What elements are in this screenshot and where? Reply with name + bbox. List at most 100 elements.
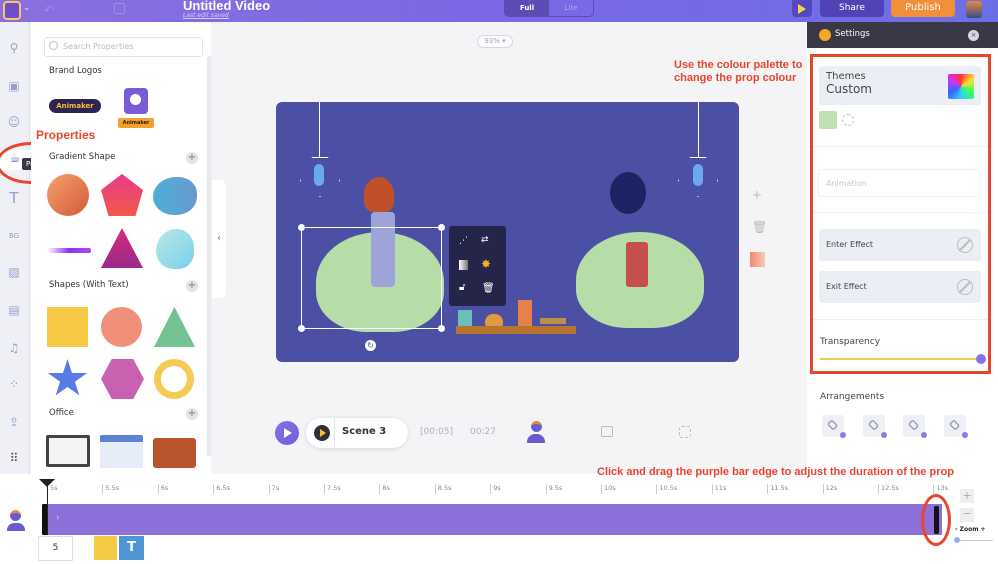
mode-full-button[interactable]: Full (505, 0, 549, 16)
playhead-handle[interactable] (39, 479, 55, 487)
zoom-out-button[interactable]: − (960, 508, 974, 522)
scene-time: [00:05] (420, 427, 453, 437)
gradient-triangle[interactable] (101, 228, 143, 268)
upload-icon[interactable]: ⇪ (6, 414, 22, 430)
character-toggle-icon[interactable] (527, 421, 545, 445)
scene-canvas[interactable]: ↻ ⋰ ⇄ ✸ 🔓︎ 🗑︎ (276, 102, 739, 362)
collapse-panel-button[interactable]: ‹ (212, 180, 226, 298)
shape-triangle[interactable] (154, 307, 195, 347)
office-briefcase[interactable] (153, 438, 196, 468)
highlight-frame-settings (810, 54, 991, 374)
unlock-icon[interactable]: 🔓︎ (459, 282, 465, 293)
text-icon[interactable]: T (6, 190, 22, 206)
settings-gear-icon[interactable]: ✸ (481, 257, 491, 271)
video-preview-icon[interactable] (601, 426, 613, 437)
coffee-table[interactable] (456, 326, 576, 334)
duration-input[interactable]: 5 (38, 536, 73, 561)
timeline-shape-item[interactable] (94, 536, 117, 560)
resize-handle-tr[interactable] (438, 224, 445, 231)
search-properties-input[interactable]: Search Properties (44, 37, 203, 57)
gradient-blob-blue[interactable] (153, 177, 197, 215)
coffee-cup-orange[interactable] (518, 300, 532, 326)
image-icon[interactable]: ▨ (6, 264, 22, 280)
resize-handle-tl[interactable] (298, 224, 305, 231)
prop-duration-bar[interactable] (42, 504, 942, 535)
annotation-palette-hint: Use the colour palette to change the pro… (674, 59, 803, 84)
add-shapes-button[interactable]: + (186, 280, 198, 292)
panel-scrollbar[interactable] (207, 56, 211, 456)
publish-button[interactable]: Publish (891, 0, 955, 17)
user-avatar[interactable] (966, 1, 982, 18)
brand-logo-wordmark[interactable]: Animaker (49, 99, 101, 113)
chevron-right-icon[interactable]: › (56, 513, 60, 523)
motion-path-icon[interactable]: ⋰ (459, 236, 468, 246)
sandwich[interactable] (540, 318, 566, 324)
layers-icon (826, 419, 839, 431)
more-apps-icon[interactable]: ⠿ (6, 450, 22, 466)
gradient-brush[interactable] (47, 248, 91, 253)
top-bar: ⌄ ↶ Untitled Video Last edit saved Full … (0, 0, 998, 22)
timeline-tick: 5.5s (102, 484, 119, 494)
burger[interactable] (485, 314, 503, 326)
preview-button[interactable] (792, 0, 812, 17)
add-office-button[interactable]: + (186, 408, 198, 420)
undo-icon[interactable]: ↶ (44, 3, 54, 17)
share-button[interactable]: Share (820, 0, 884, 17)
zoom-in-button[interactable]: + (960, 489, 974, 503)
shape-star[interactable] (47, 359, 88, 396)
delete-icon[interactable]: 🗑︎ (482, 283, 495, 294)
swap-icon[interactable]: ⇄ (481, 235, 489, 245)
gradient-blob-cyan[interactable] (156, 229, 194, 269)
scene-transition-icon[interactable] (750, 252, 765, 267)
timeline-text-item[interactable]: T (119, 536, 144, 560)
play-all-button[interactable] (275, 421, 299, 445)
annotation-duration-hint: Click and drag the purple bar edge to ad… (597, 466, 954, 478)
add-scene-icon[interactable]: + (752, 188, 762, 202)
timeline-tick: 11.5s (767, 484, 788, 494)
send-backward-button[interactable] (903, 415, 927, 438)
brand-logo-robot[interactable]: Animaker (118, 86, 154, 132)
character-icon[interactable]: ☺ (6, 114, 22, 130)
play-scene-button[interactable] (314, 425, 330, 441)
timeline-zoom-handle[interactable] (954, 537, 960, 543)
effects-icon[interactable]: ⁘ (6, 376, 22, 392)
shape-circle[interactable] (101, 307, 142, 347)
selection-box[interactable] (301, 227, 442, 329)
chevron-down-icon[interactable]: ⌄ (23, 3, 31, 13)
shape-ring[interactable] (154, 359, 194, 399)
character-woman-right[interactable] (610, 172, 646, 214)
scene-selector[interactable]: Scene 3 (306, 418, 408, 448)
send-to-back-button[interactable] (944, 415, 968, 438)
rotate-handle-icon[interactable]: ↻ (365, 340, 376, 351)
resize-handle-br[interactable] (438, 325, 445, 332)
gradient-blob-orange[interactable] (47, 174, 89, 216)
timeline-zoom-slider[interactable] (957, 540, 993, 541)
office-calendar[interactable] (100, 435, 143, 468)
office-monitor[interactable] (46, 435, 90, 467)
shape-hexagon[interactable] (101, 359, 144, 399)
total-time: 00:27 (470, 427, 496, 437)
duplicate-icon[interactable] (114, 3, 125, 14)
bring-forward-button[interactable] (863, 415, 887, 438)
search-icon[interactable]: ⚲ (6, 40, 22, 56)
zoom-dropdown[interactable]: 93% ▾ (477, 35, 513, 48)
close-icon[interactable]: × (968, 30, 979, 41)
fullscreen-icon[interactable] (679, 426, 691, 438)
delete-scene-icon[interactable]: 🗑︎ (752, 220, 767, 234)
playhead[interactable] (47, 479, 48, 535)
video-icon[interactable]: ▤ (6, 302, 22, 318)
resize-handle-bl[interactable] (298, 325, 305, 332)
coffee-cup-green[interactable] (458, 310, 472, 326)
music-icon[interactable]: ♫ (6, 340, 22, 356)
flip-icon[interactable] (459, 260, 468, 270)
timeline-tick: 12s (822, 484, 837, 494)
mode-lite-button[interactable]: Lite (549, 0, 593, 16)
add-gradient-shape-button[interactable]: + (186, 152, 198, 164)
background-icon[interactable]: BG (6, 228, 22, 244)
gradient-pentagon[interactable] (101, 174, 143, 216)
bring-to-front-button[interactable] (822, 415, 846, 438)
shape-square[interactable] (47, 307, 88, 347)
app-logo[interactable] (3, 1, 21, 20)
character-woman-left[interactable] (364, 177, 394, 212)
scene-icon[interactable]: ▣ (6, 78, 22, 94)
